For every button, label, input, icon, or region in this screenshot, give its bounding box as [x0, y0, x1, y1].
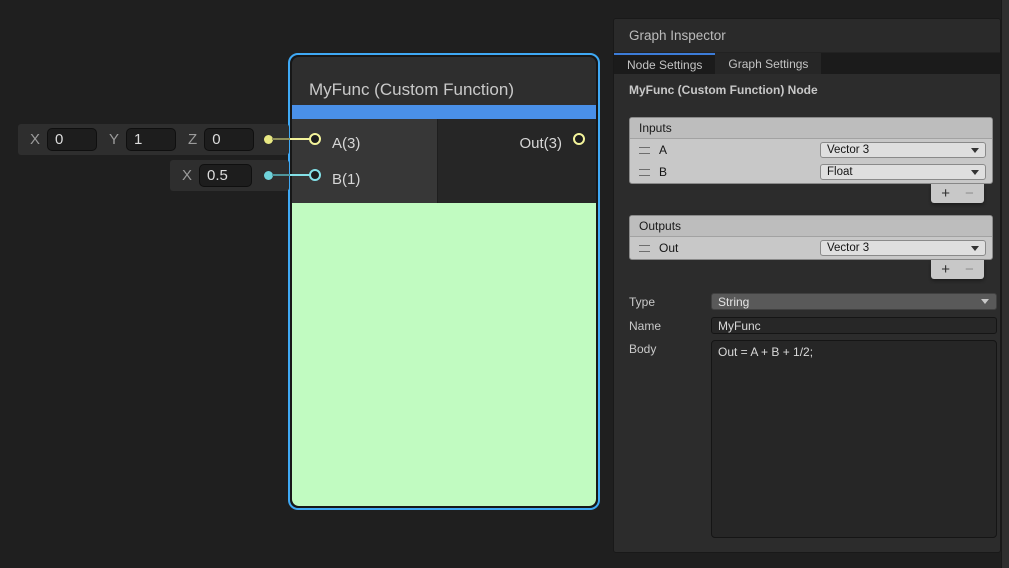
port-out-icon[interactable]: [573, 133, 585, 145]
inspector-node-heading: MyFunc (Custom Function) Node: [629, 83, 1000, 97]
inputs-list-footer: + −: [931, 184, 984, 203]
edge-wire-a-dim-segment[interactable]: [272, 138, 290, 140]
chevron-down-icon: [981, 299, 989, 304]
node-body: MyFunc (Custom Function) A(3) B(1) Out(3…: [292, 57, 596, 506]
port-a-icon[interactable]: [309, 133, 321, 145]
chevron-down-icon: [971, 246, 979, 251]
z-value-field[interactable]: 0: [204, 128, 254, 151]
z-field-label: Z: [188, 131, 197, 148]
input-b-type-value: Float: [827, 166, 853, 178]
outputs-list-footer: + −: [931, 260, 984, 279]
input-b-type-dropdown[interactable]: Float: [820, 164, 986, 180]
input-a-type-dropdown[interactable]: Vector 3: [820, 142, 986, 158]
input-b-name: B: [659, 165, 667, 179]
add-output-button[interactable]: +: [941, 262, 950, 277]
body-label: Body: [629, 342, 656, 356]
tab-graph-settings[interactable]: Graph Settings: [715, 53, 821, 74]
inputs-title: Inputs: [639, 121, 672, 135]
output-out-type-value: Vector 3: [827, 242, 869, 254]
type-dropdown[interactable]: String: [711, 293, 997, 310]
name-value: MyFunc: [718, 319, 761, 333]
name-label: Name: [629, 319, 661, 333]
node-title: MyFunc (Custom Function): [309, 80, 514, 100]
x-field-label: X: [30, 131, 40, 148]
x-value-field[interactable]: 0: [47, 128, 97, 151]
window-scrollbar-track[interactable]: [1001, 0, 1009, 568]
node-input-ports-panel: [292, 119, 438, 203]
edge-wire-b[interactable]: [290, 174, 311, 176]
remove-input-button[interactable]: −: [965, 186, 974, 201]
chevron-down-icon: [971, 148, 979, 153]
custom-function-node[interactable]: MyFunc (Custom Function) A(3) B(1) Out(3…: [288, 53, 600, 510]
node-preview: [292, 203, 596, 506]
edge-wire-b-dim-segment[interactable]: [272, 174, 290, 176]
drag-handle-icon[interactable]: [639, 245, 650, 252]
inspector-tab-strip: Node Settings Graph Settings: [614, 53, 1000, 74]
inspector-title-bar[interactable]: Graph Inspector: [614, 19, 1000, 53]
remove-output-button[interactable]: −: [965, 262, 974, 277]
input-a-name: A: [659, 143, 667, 157]
y-value-field[interactable]: 1: [126, 128, 176, 151]
input-row-b[interactable]: B Float: [630, 161, 992, 183]
drag-handle-icon[interactable]: [639, 169, 650, 176]
input-row-a[interactable]: A Vector 3: [630, 139, 992, 161]
port-a-label: A(3): [332, 135, 360, 152]
outputs-title: Outputs: [639, 219, 681, 233]
x-field-label: X: [182, 167, 192, 184]
output-out-type-dropdown[interactable]: Vector 3: [820, 240, 986, 256]
y-field-label: Y: [109, 131, 119, 148]
port-b-label: B(1): [332, 171, 360, 188]
inputs-list-header: Inputs: [630, 118, 992, 139]
float-value-field[interactable]: 0.5: [199, 164, 252, 187]
name-field[interactable]: MyFunc: [711, 317, 997, 334]
body-value: Out = A + B + 1/2;: [718, 345, 813, 359]
node-ports-area: A(3) B(1) Out(3): [292, 119, 596, 203]
node-accent-bar: [292, 105, 596, 119]
output-row-out[interactable]: Out Vector 3: [630, 237, 992, 259]
edge-wire-a[interactable]: [290, 138, 311, 140]
add-input-button[interactable]: +: [941, 186, 950, 201]
input-a-type-value: Vector 3: [827, 144, 869, 156]
port-out-label: Out(3): [519, 135, 562, 152]
node-title-bar[interactable]: MyFunc (Custom Function): [292, 57, 596, 105]
vector3-port-input-widget[interactable]: X 0 Y 1 Z 0: [18, 124, 289, 155]
output-out-name: Out: [659, 241, 678, 255]
tab-node-settings[interactable]: Node Settings: [614, 53, 715, 74]
drag-handle-icon[interactable]: [639, 147, 650, 154]
inputs-list: Inputs A Vector 3 B Float: [629, 117, 993, 184]
body-textarea[interactable]: Out = A + B + 1/2;: [711, 340, 997, 538]
port-b-icon[interactable]: [309, 169, 321, 181]
graph-inspector-panel: Graph Inspector Node Settings Graph Sett…: [613, 18, 1001, 553]
chevron-down-icon: [971, 170, 979, 175]
type-label: Type: [629, 295, 655, 309]
inspector-title: Graph Inspector: [629, 28, 726, 43]
outputs-list: Outputs Out Vector 3: [629, 215, 993, 260]
type-value: String: [718, 295, 749, 309]
outputs-list-header: Outputs: [630, 216, 992, 237]
